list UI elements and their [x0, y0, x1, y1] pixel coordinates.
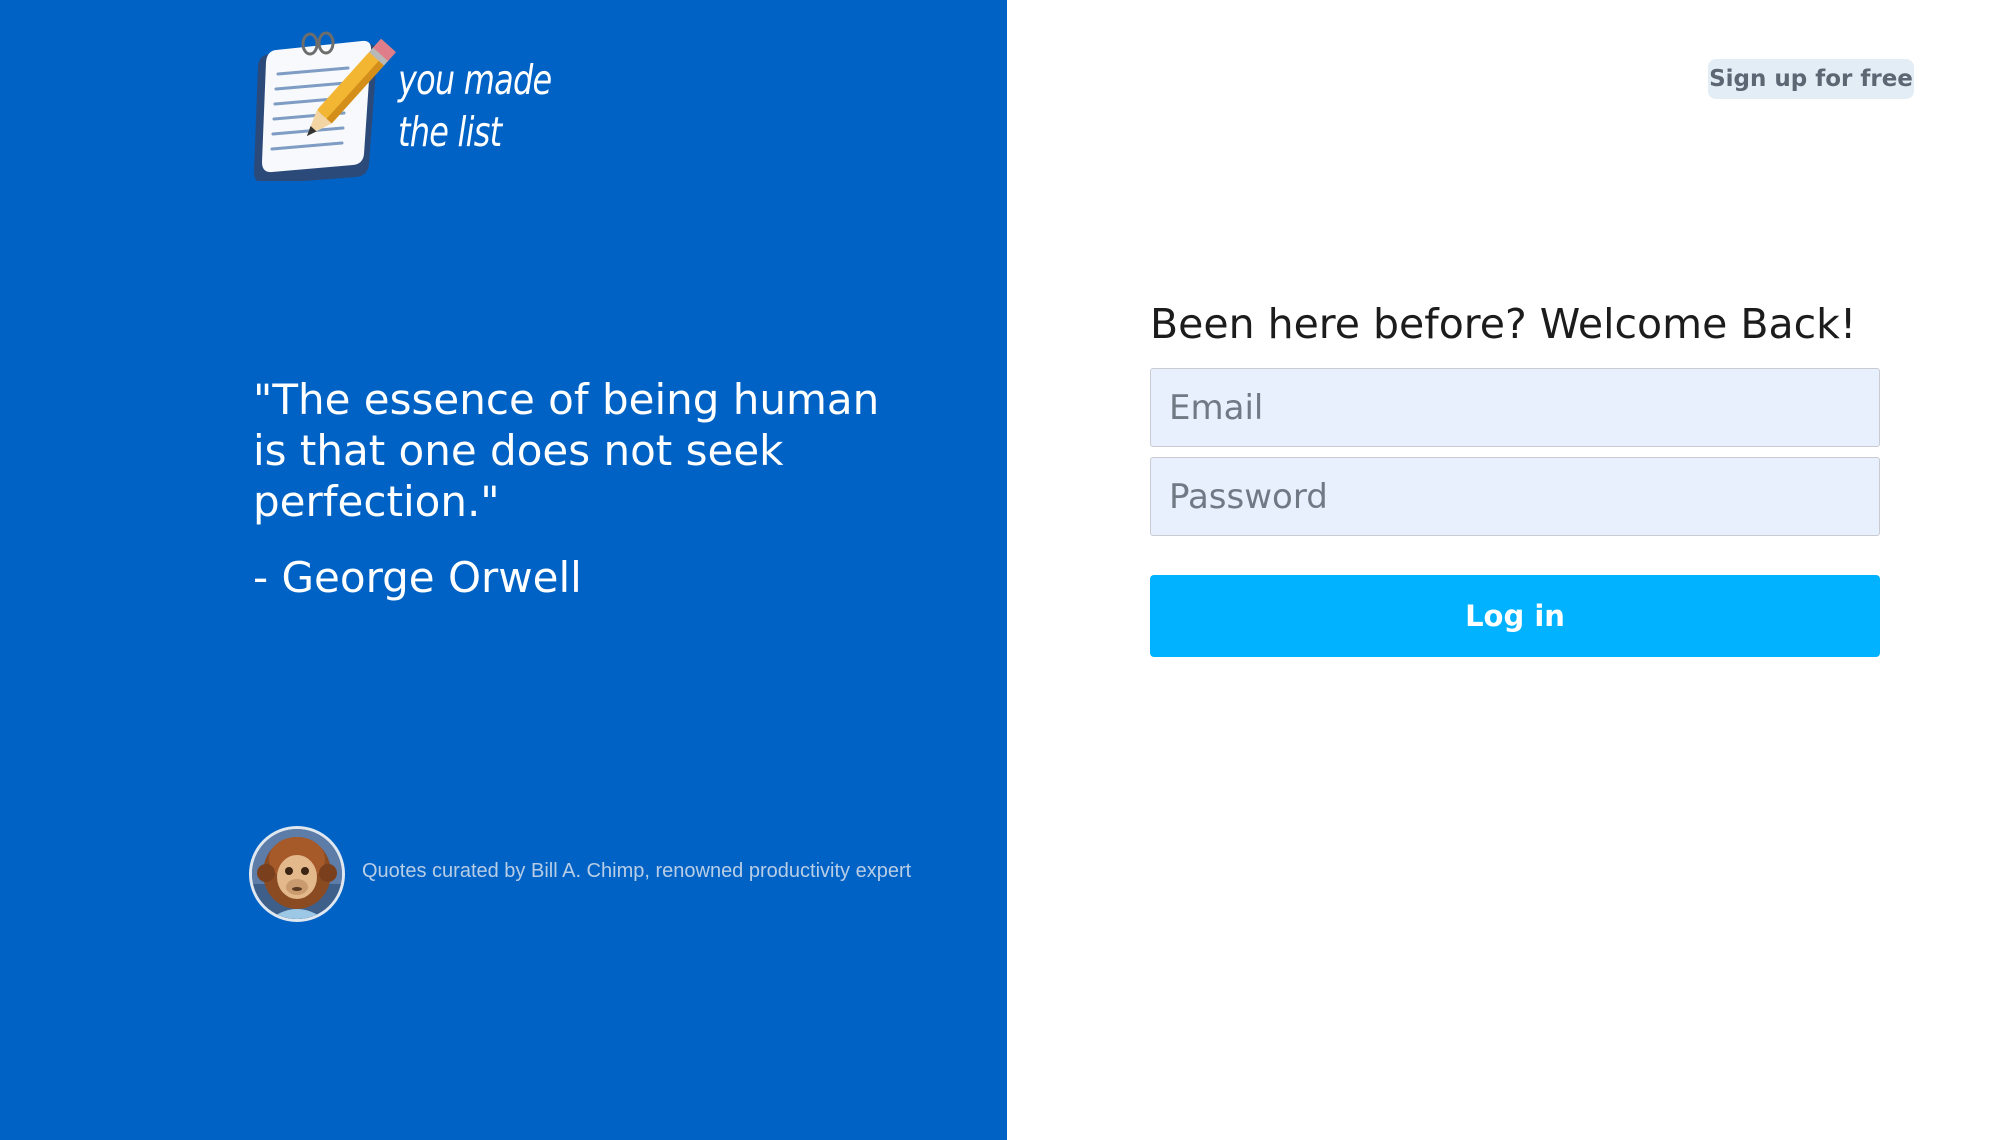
curator-caption: Quotes curated by Bill A. Chimp, renowne… — [362, 860, 912, 882]
logo-line-2: the list — [398, 108, 502, 156]
logo-wordmark: you made the list — [398, 54, 552, 158]
notepad-pencil-icon — [254, 31, 396, 181]
logo-line-1: you made — [398, 56, 552, 104]
app-logo[interactable]: you made the list — [248, 26, 552, 186]
quote-panel: you made the list "The essence of being … — [0, 0, 1007, 1140]
password-field[interactable] — [1150, 457, 1880, 536]
login-button[interactable]: Log in — [1150, 575, 1880, 657]
quote-text: "The essence of being human is that one … — [253, 375, 880, 526]
chimp-avatar-icon — [252, 829, 342, 919]
page-title: Been here before? Welcome Back! — [1150, 300, 1857, 348]
email-field[interactable] — [1150, 368, 1880, 447]
login-panel — [1007, 0, 2015, 1140]
quote-author: - George Orwell — [253, 553, 582, 602]
avatar — [249, 826, 345, 922]
signup-button[interactable]: Sign up for free — [1708, 59, 1914, 99]
